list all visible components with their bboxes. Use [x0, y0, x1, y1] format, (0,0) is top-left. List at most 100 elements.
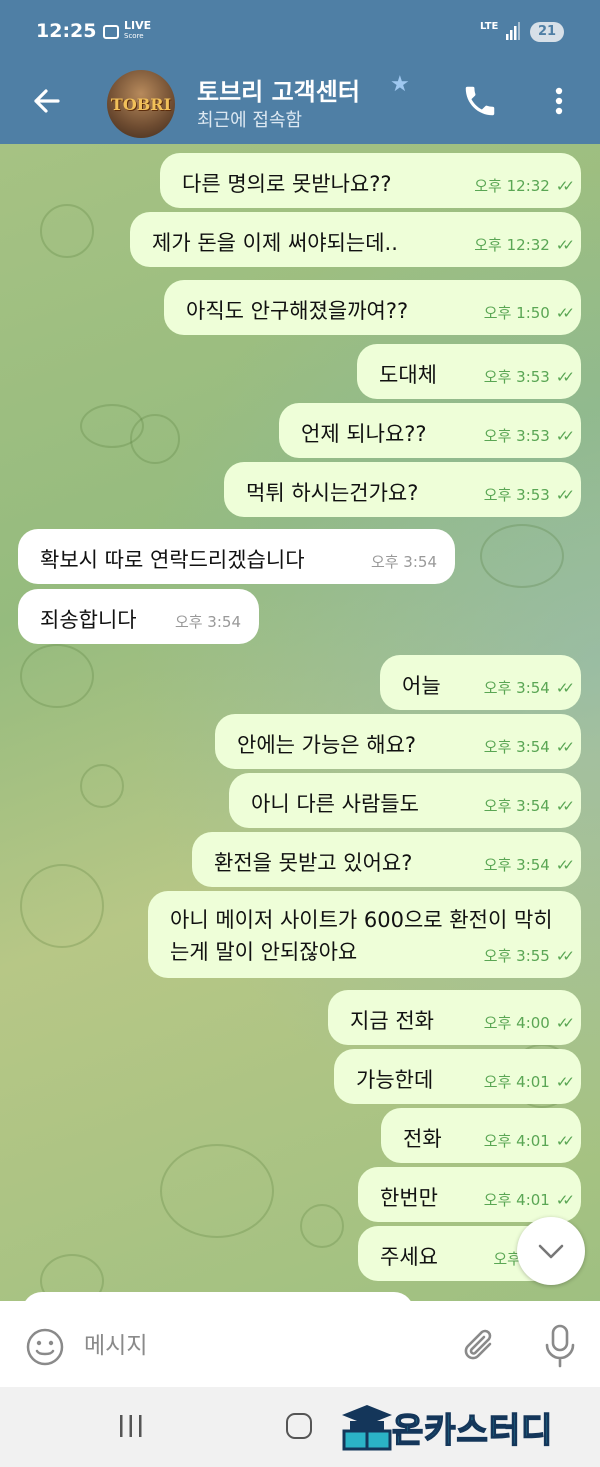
- message-time: 오후 3:53 ✓✓: [483, 366, 575, 387]
- message-bubble-outgoing[interactable]: 환전을 못받고 있어요? 오후 3:54 ✓✓: [192, 832, 581, 887]
- more-vertical-icon[interactable]: [546, 82, 572, 120]
- message-text: 어늘: [402, 674, 441, 698]
- message-time: 오후 3:54 ✓✓: [483, 854, 575, 875]
- message-time: 오후 3:55 ✓✓: [483, 945, 575, 966]
- scroll-down-button[interactable]: [517, 1217, 585, 1285]
- message-bubble-outgoing[interactable]: 먹튀 하시는건가요? 오후 3:53 ✓✓: [224, 462, 581, 517]
- avatar[interactable]: TOBRI: [107, 70, 175, 138]
- chat-title[interactable]: 토브리 고객센터: [197, 72, 360, 107]
- chat-status: 최근에 접속함: [197, 110, 303, 131]
- message-text: 안에는 가능은 해요?: [237, 733, 417, 757]
- message-time: 오후 4:00 ✓✓: [483, 1012, 575, 1033]
- message-time-label: 오후 3:53: [483, 368, 550, 386]
- message-time: 오후 4:01 ✓✓: [483, 1130, 575, 1151]
- message-text: 한번만: [380, 1186, 438, 1210]
- message-time: 오후 1:50 ✓✓: [483, 302, 575, 323]
- message-time-label: 오후 3:54: [483, 797, 550, 815]
- microphone-icon[interactable]: [541, 1323, 579, 1369]
- message-text: 가능한데: [356, 1068, 434, 1092]
- battery-badge: 21: [530, 22, 564, 42]
- message-time-label: 오후 1:50: [483, 304, 550, 322]
- arrow-left-icon[interactable]: [28, 82, 66, 120]
- phone-icon[interactable]: [461, 82, 499, 120]
- message-time-label: 오후 3:54: [483, 856, 550, 874]
- message-bubble-incoming[interactable]: 확보시 따로 연락드리겠습니다 오후 3:54: [18, 529, 455, 584]
- home-button[interactable]: [286, 1413, 312, 1439]
- message-time-label: 오후 12:32: [474, 177, 550, 195]
- message-bubble-outgoing[interactable]: 언제 되나요?? 오후 3:53 ✓✓: [279, 403, 581, 458]
- double-check-icon: ✓✓: [555, 856, 575, 874]
- message-text: 주세요: [380, 1245, 438, 1269]
- message-text: 지금 전화: [350, 1009, 434, 1033]
- wallpaper-doodle: [300, 1204, 344, 1248]
- live-score-bottom: Score: [124, 32, 144, 40]
- message-bubble-incoming[interactable]: 죄송합니다 오후 3:54: [18, 589, 259, 644]
- signal-icon: [506, 22, 520, 40]
- message-bubble-outgoing[interactable]: 아니 메이저 사이트가 600으로 환전이 막히는게 말이 안되잖아요 오후 3…: [148, 891, 581, 978]
- double-check-icon: ✓✓: [555, 947, 575, 965]
- message-bubble-outgoing[interactable]: 안에는 가능은 해요? 오후 3:54 ✓✓: [215, 714, 581, 769]
- watermark-text: 온카스터디: [391, 1410, 554, 1452]
- wallpaper-doodle: [160, 1144, 274, 1238]
- double-check-icon: ✓✓: [555, 486, 575, 504]
- double-check-icon: ✓✓: [555, 236, 575, 254]
- message-bubble-outgoing[interactable]: 가능한데 오후 4:01 ✓✓: [334, 1049, 581, 1104]
- wallpaper-doodle: [130, 414, 180, 464]
- chat-header: TOBRI 토브리 고객센터 ★ 최근에 접속함: [0, 64, 600, 144]
- chevron-down-icon: [538, 1244, 564, 1259]
- message-text: 언제 되나요??: [301, 422, 427, 446]
- wallpaper-doodle: [480, 524, 564, 588]
- message-time-label: 오후 3:53: [483, 427, 550, 445]
- message-time: 오후 3:53 ✓✓: [483, 425, 575, 446]
- message-time-label: 오후 3:55: [483, 947, 550, 965]
- message-time: 오후 3:54: [370, 553, 437, 571]
- message-bubble-outgoing[interactable]: 전화 오후 4:01 ✓✓: [381, 1108, 581, 1163]
- message-time: 오후 12:32 ✓✓: [474, 175, 575, 196]
- wallpaper-doodle: [80, 764, 124, 808]
- system-nav-bar: 온카스터디: [0, 1387, 600, 1467]
- double-check-icon: ✓✓: [555, 1191, 575, 1209]
- message-time: 오후 4:01 ✓✓: [484, 1071, 575, 1092]
- message-time: 오후 4:01 ✓✓: [483, 1189, 575, 1210]
- double-check-icon: ✓✓: [555, 679, 575, 697]
- message-bubble-outgoing[interactable]: 제가 돈을 이제 써야되는데.. 오후 12:32 ✓✓: [130, 212, 581, 267]
- message-bubble-outgoing[interactable]: 아니 다른 사람들도 오후 3:54 ✓✓: [229, 773, 581, 828]
- message-text: 아직도 안구해졌을까여??: [186, 299, 409, 323]
- message-time: 오후 12:32 ✓✓: [474, 234, 575, 255]
- message-text: 죄송합니다: [40, 608, 137, 632]
- message-bubble-outgoing[interactable]: 지금 전화 오후 4:00 ✓✓: [328, 990, 581, 1045]
- message-time-label: 오후 3:54: [483, 679, 550, 697]
- message-text: 확보시 따로 연락드리겠습니다: [40, 548, 305, 572]
- double-check-icon: ✓✓: [555, 304, 575, 322]
- status-time: 12:25: [36, 20, 97, 42]
- message-bubble-outgoing[interactable]: 다른 명의로 못받나요?? 오후 12:32 ✓✓: [160, 153, 581, 208]
- message-bubble-outgoing[interactable]: 한번만 오후 4:01 ✓✓: [358, 1167, 581, 1222]
- message-bubble-outgoing[interactable]: 도대체 오후 3:53 ✓✓: [357, 344, 581, 399]
- double-check-icon: ✓✓: [555, 1073, 575, 1091]
- avatar-text: TOBRI: [110, 95, 172, 114]
- double-check-icon: ✓✓: [555, 1014, 575, 1032]
- star-icon: ★: [390, 72, 410, 97]
- message-time: 오후 3:54: [174, 613, 241, 631]
- smile-icon[interactable]: [25, 1327, 65, 1367]
- message-time: 오후 3:54 ✓✓: [483, 677, 575, 698]
- wallpaper-doodle: [40, 204, 94, 258]
- message-time: 오후 3:54 ✓✓: [484, 736, 575, 757]
- message-time-label: 오후 4:00: [483, 1014, 550, 1032]
- paperclip-icon[interactable]: [460, 1326, 500, 1366]
- message-time-label: 오후 4:01: [483, 1191, 550, 1209]
- message-text: 전화: [403, 1127, 442, 1151]
- message-input[interactable]: 메시지: [84, 1326, 147, 1360]
- double-check-icon: ✓✓: [555, 368, 575, 386]
- double-check-icon: ✓✓: [555, 797, 575, 815]
- message-text: 제가 돈을 이제 써야되는데..: [152, 231, 398, 255]
- recent-apps-icon[interactable]: [117, 1413, 145, 1439]
- message-time-label: 오후 4:01: [483, 1132, 550, 1150]
- message-bubble-outgoing[interactable]: 아직도 안구해졌을까여?? 오후 1:50 ✓✓: [164, 280, 581, 335]
- network-type: LTE: [480, 21, 499, 32]
- message-bubble-outgoing[interactable]: 어늘 오후 3:54 ✓✓: [380, 655, 581, 710]
- message-time: 오후 3:53 ✓✓: [483, 484, 575, 505]
- message-time-label: 오후 3:53: [483, 486, 550, 504]
- wallpaper-doodle: [20, 864, 104, 948]
- message-text: 환전을 못받고 있어요?: [214, 851, 413, 875]
